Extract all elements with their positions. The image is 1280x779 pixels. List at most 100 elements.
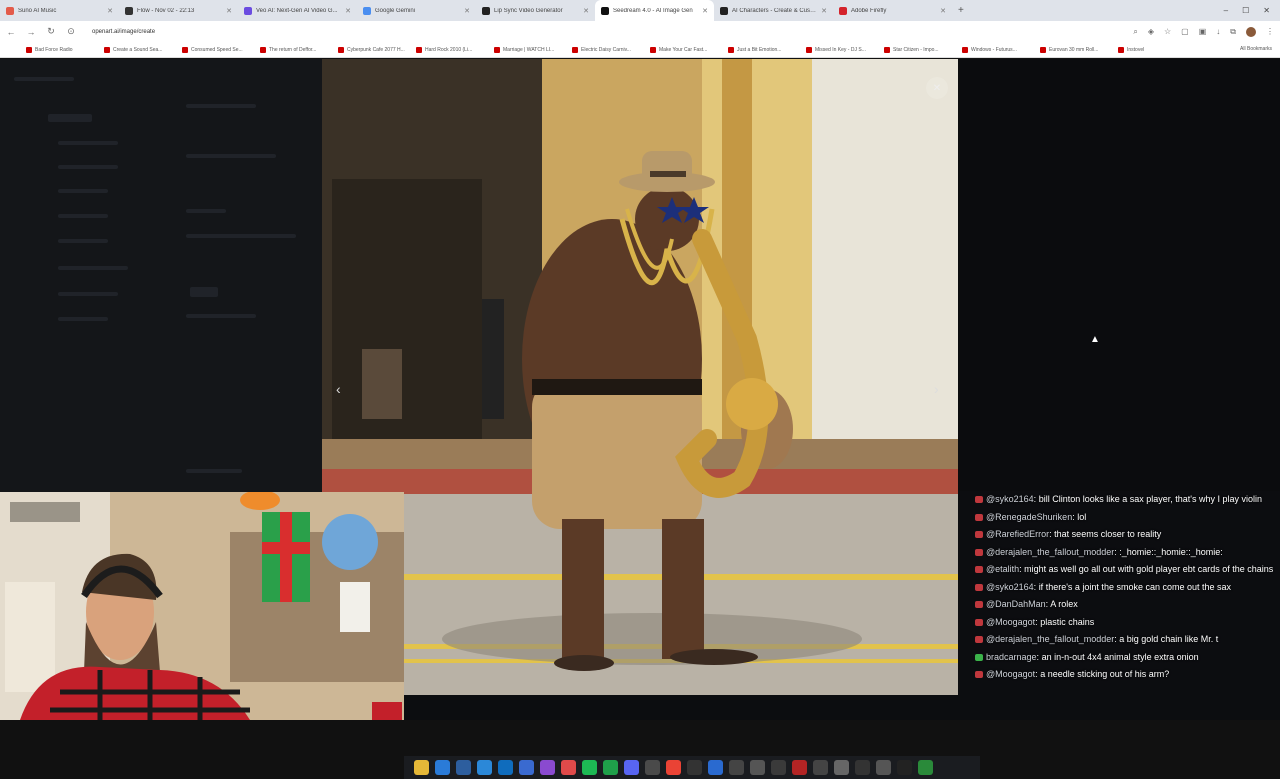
app-icon[interactable] <box>876 760 891 775</box>
chrome-icon[interactable] <box>666 760 681 775</box>
app-icon[interactable] <box>477 760 492 775</box>
chat-username: @Moogagot <box>986 669 1036 679</box>
bookmark-item[interactable]: Cyberpunk Cafe 2077 H... <box>338 46 406 53</box>
dimmed-line <box>58 141 118 145</box>
browser-tab[interactable]: Adobe Firefly ✕ <box>833 0 952 21</box>
chat-message: @RenegadeShuriken: lol <box>975 511 1275 524</box>
bookmark-label: Bad Force Radio <box>35 46 73 53</box>
bookmark-item[interactable]: Bad Force Radio <box>26 46 94 53</box>
app-icon[interactable] <box>771 760 786 775</box>
split-view-icon[interactable]: ▢ <box>1181 27 1189 36</box>
profile-avatar[interactable] <box>1246 26 1256 37</box>
bookmark-favicon-icon <box>572 46 578 53</box>
bookmark-label: Create a Sound Sea... <box>113 46 163 53</box>
edge-icon[interactable] <box>435 760 450 775</box>
all-bookmarks-link[interactable]: All Bookmarks <box>1240 46 1272 52</box>
bookmark-label: Electric Daisy Carniv... <box>581 46 631 53</box>
bookmark-item[interactable]: The return of Deffor... <box>260 46 328 53</box>
site-info-icon[interactable]: ⊙ <box>66 26 76 37</box>
app-icon[interactable] <box>834 760 849 775</box>
app-icon[interactable] <box>750 760 765 775</box>
app-icon[interactable] <box>540 760 555 775</box>
platform-badge-icon <box>975 601 983 608</box>
bookmark-item[interactable]: Consumed Speed Se... <box>182 46 250 53</box>
app-icon[interactable] <box>687 760 702 775</box>
tab-close-icon[interactable]: ✕ <box>583 7 589 15</box>
dimmed-line <box>14 77 74 81</box>
tab-close-icon[interactable]: ✕ <box>107 7 113 15</box>
store-icon[interactable] <box>456 760 471 775</box>
obs-icon[interactable] <box>645 760 660 775</box>
bookmark-item[interactable]: Electric Daisy Carniv... <box>572 46 640 53</box>
bookmark-star-icon[interactable]: ☆ <box>1164 27 1171 36</box>
screenshot-icon[interactable]: ⧉ <box>1230 27 1236 37</box>
browser-tab[interactable]: Google Gemini ✕ <box>357 0 476 21</box>
menu-icon[interactable]: ⋮ <box>1266 27 1274 36</box>
bookmark-item[interactable]: Instovel <box>1118 46 1186 53</box>
bookmark-item[interactable]: Star Citizen - Impo... <box>884 46 952 53</box>
browser-tab[interactable]: Flow - Nov 02 - 22:13 ✕ <box>119 0 238 21</box>
browser-tab[interactable]: Seedream 4.0 - AI Image Gen ✕ <box>595 0 714 21</box>
minimize-icon[interactable]: – <box>1224 6 1228 15</box>
dimmed-line <box>186 314 256 318</box>
browser-tab[interactable]: Lip Sync Video Generator ✕ <box>476 0 595 21</box>
browser-tab[interactable]: AI Characters - Create & Custo... ✕ <box>714 0 833 21</box>
chat-message: @etalith: might as well go all out with … <box>975 563 1275 576</box>
tab-close-icon[interactable]: ✕ <box>940 7 946 15</box>
app-icon[interactable] <box>792 760 807 775</box>
chat-text: a needle sticking out of his arm? <box>1040 669 1170 679</box>
tab-close-icon[interactable]: ✕ <box>702 7 708 15</box>
mail-icon[interactable] <box>498 760 513 775</box>
app-icon[interactable] <box>918 760 933 775</box>
app-icon[interactable] <box>897 760 912 775</box>
bookmark-item[interactable]: Make Your Car Fast... <box>650 46 718 53</box>
tab-close-icon[interactable]: ✕ <box>226 7 232 15</box>
previous-image-button[interactable]: ‹ <box>336 381 341 397</box>
tab-close-icon[interactable]: ✕ <box>464 7 470 15</box>
chat-username: @Moogagot <box>986 616 1036 627</box>
streamer-webcam-illustration <box>0 492 404 720</box>
spotify-icon[interactable] <box>582 760 597 775</box>
close-viewer-button[interactable]: ✕ <box>926 77 948 99</box>
extensions-icon[interactable]: ◈ <box>1148 27 1154 36</box>
browser-tab[interactable]: Suno AI Music ✕ <box>0 0 119 21</box>
bookmark-label: Marriage | WATCH LI... <box>503 46 555 53</box>
maximize-icon[interactable]: ☐ <box>1242 6 1249 15</box>
app-icon[interactable] <box>813 760 828 775</box>
download-icon[interactable]: ↓ <box>1216 27 1220 36</box>
bookmark-item[interactable]: Just a Bit Emotion... <box>728 46 796 53</box>
vs-code-icon[interactable] <box>519 760 534 775</box>
file-explorer-icon[interactable] <box>414 760 429 775</box>
close-window-icon[interactable]: ✕ <box>1263 6 1270 15</box>
zoom-icon[interactable]: ⌕ <box>1133 27 1137 37</box>
new-tab-button[interactable]: + <box>952 5 970 16</box>
next-image-button[interactable]: › <box>934 381 939 397</box>
reload-icon[interactable]: ↻ <box>46 26 56 37</box>
excel-icon[interactable] <box>603 760 618 775</box>
forward-icon[interactable]: → <box>26 27 36 37</box>
mouse-cursor-icon: ▲ <box>1090 334 1100 345</box>
bookmark-item[interactable]: Hard Rock 2010 (Li... <box>416 46 484 53</box>
bookmark-item[interactable]: Windows - Futurus... <box>962 46 1030 53</box>
tab-close-icon[interactable]: ✕ <box>345 7 351 15</box>
bookmark-label: Instovel <box>1127 46 1145 53</box>
bookmark-item[interactable]: Marriage | WATCH LI... <box>494 46 562 53</box>
discord-icon[interactable] <box>624 760 639 775</box>
tab-close-icon[interactable]: ✕ <box>821 7 827 15</box>
bookmark-item[interactable]: Create a Sound Sea... <box>104 46 172 53</box>
bookmark-item[interactable]: Missed In Key - DJ S... <box>806 46 874 53</box>
chat-username: @syko2164 <box>986 494 1034 504</box>
app-icon[interactable] <box>708 760 723 775</box>
bookmark-label: Star Citizen - Impo... <box>893 46 939 53</box>
url-field[interactable]: openart.ai/image/create <box>86 29 1123 35</box>
bookmark-item[interactable]: Eurovan 30 mm Roll... <box>1040 46 1108 53</box>
window-controls: – ☐ ✕ <box>1214 0 1280 21</box>
bookmark-favicon-icon <box>494 46 500 53</box>
dimmed-line <box>186 154 276 158</box>
app-icon[interactable] <box>855 760 870 775</box>
app-icon[interactable] <box>729 760 744 775</box>
browser-tab[interactable]: Veo AI: Next-Gen AI Video G... ✕ <box>238 0 357 21</box>
back-icon[interactable]: ← <box>6 27 16 37</box>
sidebar-icon[interactable]: ▣ <box>1199 27 1207 36</box>
app-icon[interactable] <box>561 760 576 775</box>
